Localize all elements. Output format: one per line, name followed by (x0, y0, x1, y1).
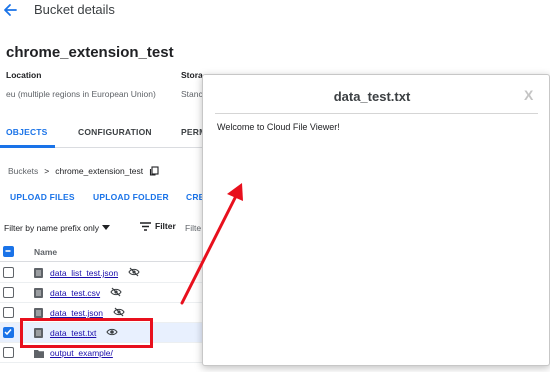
filter-button[interactable]: Filter (140, 221, 176, 231)
filter-label: Filter (155, 221, 176, 231)
file-link[interactable]: data_list_test.json (50, 268, 118, 278)
active-tab-indicator (0, 145, 55, 148)
arrow-left-icon[interactable] (2, 2, 18, 18)
top-bar: Bucket details (0, 0, 550, 22)
minus-icon (5, 250, 11, 252)
row-checkbox[interactable] (3, 347, 14, 358)
breadcrumb: Buckets > chrome_extension_test (8, 166, 159, 176)
eye-off-icon (110, 287, 122, 297)
breadcrumb-current: chrome_extension_test (55, 166, 144, 176)
file-icon (34, 288, 43, 298)
viewer-divider (215, 113, 538, 114)
bucket-name: chrome_extension_test (6, 44, 174, 61)
breadcrumb-separator: > (44, 166, 50, 176)
location-value: eu (multiple regions in European Union) (6, 89, 156, 99)
file-link[interactable]: data_test.json (50, 308, 103, 318)
viewer-title: data_test.txt (333, 89, 411, 104)
row-checkbox[interactable] (3, 267, 14, 278)
row-checkbox[interactable] (3, 327, 14, 338)
filter-prefix-label: Filter by name prefix only (4, 223, 99, 233)
row-checkbox[interactable] (3, 307, 14, 318)
page-title: Bucket details (34, 2, 115, 17)
file-icon (34, 268, 43, 278)
tab-objects[interactable]: OBJECTS (6, 127, 48, 137)
folder-icon (34, 350, 44, 358)
file-viewer-dialog: data_test.txt X Welcome to Cloud File Vi… (202, 74, 550, 366)
filter-icon (140, 221, 151, 231)
copy-icon[interactable] (149, 166, 159, 176)
upload-folder-button[interactable]: UPLOAD FOLDER (93, 192, 169, 202)
location-label: Location (6, 70, 42, 80)
eye-off-icon (128, 267, 140, 277)
caret-down-icon (101, 225, 110, 230)
upload-files-button[interactable]: UPLOAD FILES (10, 192, 75, 202)
tab-configuration[interactable]: CONFIGURATION (78, 127, 152, 137)
filter-input[interactable]: Filte (185, 223, 201, 233)
annotation-highlight-box (20, 318, 153, 348)
storage-label: Stora (181, 70, 203, 80)
breadcrumb-buckets[interactable]: Buckets (8, 166, 38, 176)
folder-link[interactable]: output_example/ (50, 348, 113, 358)
viewer-content: Welcome to Cloud File Viewer! (217, 122, 340, 132)
storage-value: Stanc (181, 89, 203, 99)
row-checkbox[interactable] (3, 287, 14, 298)
file-icon (34, 308, 43, 318)
file-link[interactable]: data_test.csv (50, 288, 100, 298)
select-all-checkbox[interactable] (3, 246, 14, 257)
eye-off-icon (113, 307, 125, 317)
close-button[interactable]: X (524, 87, 533, 103)
column-header-name[interactable]: Name (34, 247, 57, 257)
filter-prefix-dropdown[interactable]: Filter by name prefix only (4, 223, 110, 233)
check-icon (4, 329, 12, 336)
